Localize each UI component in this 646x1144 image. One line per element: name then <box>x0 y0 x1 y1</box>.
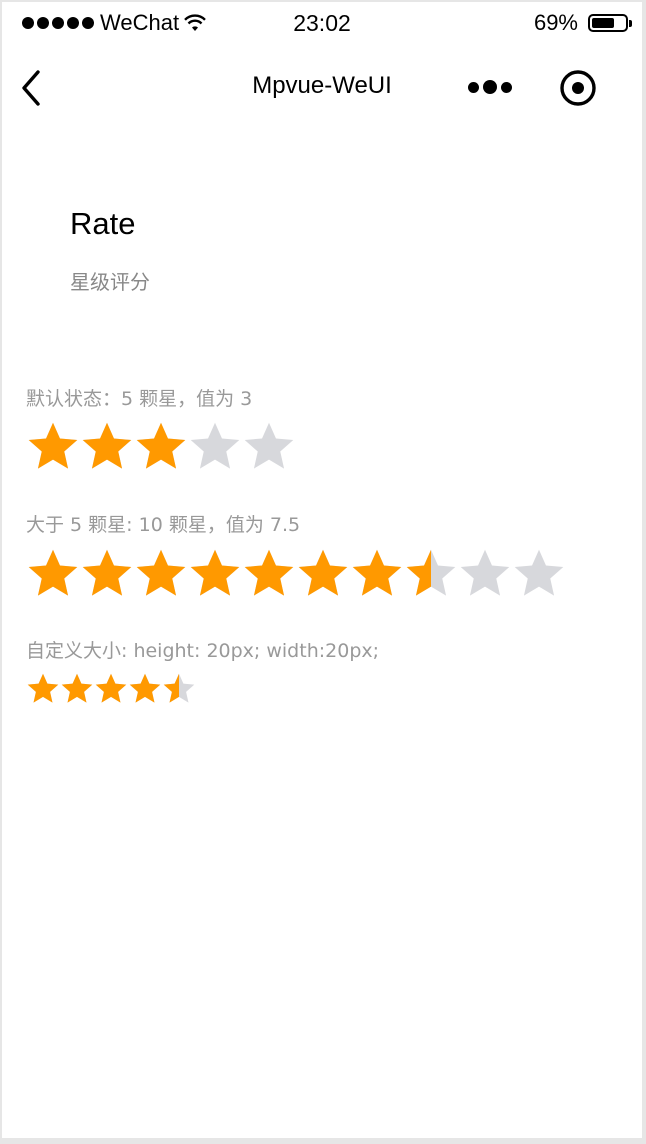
star-icon[interactable] <box>134 547 188 601</box>
star-icon[interactable] <box>80 420 134 474</box>
target-circle-icon[interactable] <box>558 68 598 108</box>
star-icon[interactable] <box>188 547 242 601</box>
star-icon[interactable] <box>60 672 94 706</box>
rate-default[interactable] <box>26 420 296 474</box>
more-dots-icon[interactable] <box>468 80 512 94</box>
rate-ten-stars[interactable] <box>26 547 566 601</box>
phone-screen: WeChat 23:02 69% Mpvue-WeUI Rate 星级评分 默认… <box>2 2 642 1138</box>
nav-title: Mpvue-WeUI <box>252 72 392 99</box>
status-right: 69% <box>533 10 632 36</box>
star-icon[interactable] <box>134 420 188 474</box>
star-icon[interactable] <box>162 672 196 706</box>
star-icon[interactable] <box>242 547 296 601</box>
star-icon[interactable] <box>458 547 512 601</box>
page-title: Rate <box>70 206 136 241</box>
demo-label-custom-size: 自定义大小: height: 20px; width:20px; <box>26 640 380 662</box>
navigation-bar: Mpvue-WeUI <box>2 42 642 130</box>
star-icon[interactable] <box>26 547 80 601</box>
star-icon[interactable] <box>80 547 134 601</box>
rate-custom-size[interactable] <box>26 672 196 706</box>
star-icon[interactable] <box>128 672 162 706</box>
star-icon[interactable] <box>94 672 128 706</box>
star-icon[interactable] <box>188 420 242 474</box>
battery-percent: 69% <box>533 10 578 35</box>
demo-label-ten-stars: 大于 5 颗星: 10 颗星，值为 7.5 <box>26 514 301 536</box>
star-icon[interactable] <box>26 420 80 474</box>
page-desc: 星级评分 <box>70 270 150 294</box>
star-icon[interactable] <box>512 547 566 601</box>
star-icon[interactable] <box>350 547 404 601</box>
star-icon[interactable] <box>404 547 458 601</box>
status-bar: WeChat 23:02 69% <box>2 2 642 42</box>
star-icon[interactable] <box>26 672 60 706</box>
star-icon[interactable] <box>242 420 296 474</box>
star-icon[interactable] <box>296 547 350 601</box>
battery-icon <box>588 14 632 32</box>
demo-label-default: 默认状态：5 颗星，值为 3 <box>26 388 253 410</box>
